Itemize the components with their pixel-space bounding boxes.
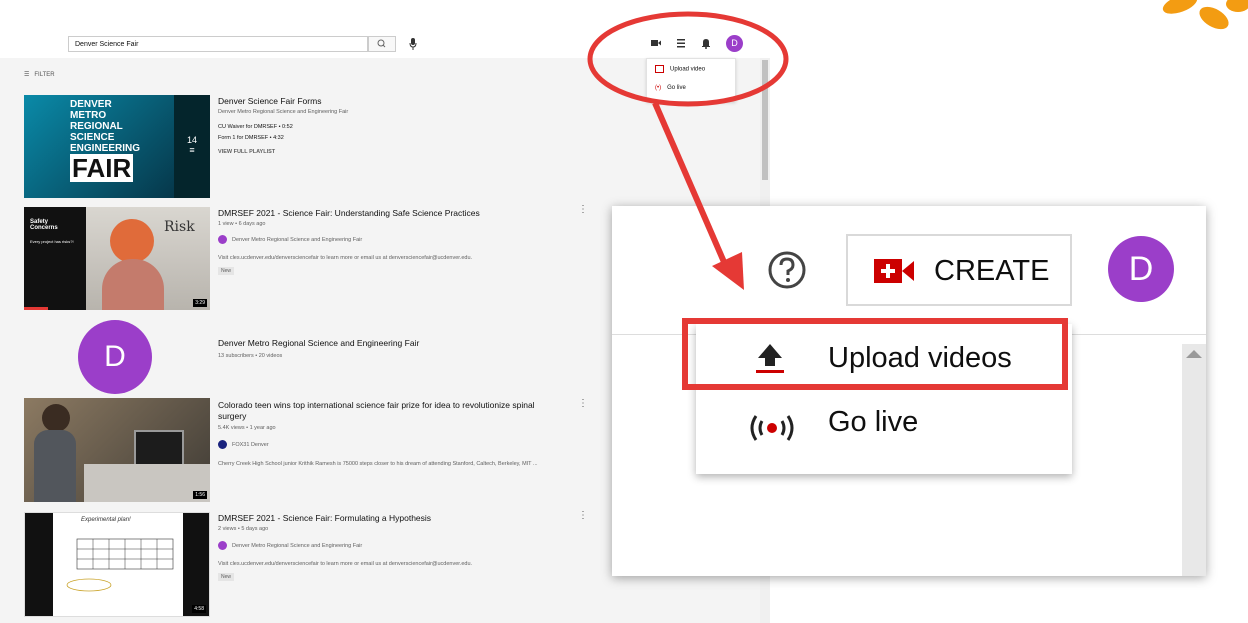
playlist-icon: ≡ (189, 145, 195, 155)
live-icon: (•) (655, 85, 662, 91)
video-meta: 1 view • 6 days ago (218, 221, 266, 227)
create-button[interactable]: CREATE (846, 234, 1072, 306)
new-badge: New (218, 267, 235, 275)
scrollbar[interactable] (1182, 344, 1206, 576)
watch-progress-bar (24, 307, 48, 310)
video-channel[interactable]: FOX31 Denver (232, 442, 269, 448)
video-description: Visit cles.ucdenver.edu/denversciencefai… (218, 561, 473, 567)
video-title[interactable]: Colorado teen wins top international sci… (218, 400, 558, 422)
view-full-playlist-link[interactable]: VIEW FULL PLAYLIST (218, 149, 275, 155)
video-meta: 2 views • 5 days ago (218, 526, 269, 532)
avatar[interactable]: D (1108, 236, 1174, 302)
video-description: Visit cles.ucdenver.edu/denversciencefai… (218, 255, 473, 261)
laptop-image (134, 430, 184, 468)
help-icon[interactable] (767, 250, 807, 290)
playlist-item[interactable]: Form 1 for DMRSEF • 4:32 (218, 135, 284, 141)
playlist-channel[interactable]: Denver Metro Regional Science and Engine… (218, 109, 348, 115)
new-badge: New (218, 573, 235, 581)
video-thumbnail[interactable]: Experimental plan! 4:58 (24, 512, 210, 617)
presenter-image (110, 219, 154, 263)
playlist-title[interactable]: Denver Science Fair Forms (218, 96, 321, 106)
playlist-item[interactable]: CU Waiver for DMRSEF • 0:52 (218, 124, 293, 130)
channel-avatar[interactable] (218, 440, 227, 449)
search-icon (377, 39, 386, 48)
video-thumbnail[interactable]: 1:56 (24, 398, 210, 502)
channel-avatar[interactable] (218, 541, 227, 550)
create-video-icon (874, 256, 916, 291)
thumbnail-text: DENVER METRO REGIONAL SCIENCE ENGINEERIN… (70, 99, 141, 183)
search-input[interactable]: Denver Science Fair (68, 36, 368, 52)
video-thumbnail[interactable]: Safety Concerns Every project has risks?… (24, 207, 210, 310)
video-meta: 5.4K views • 1 year ago (218, 425, 276, 431)
avatar[interactable]: D (726, 35, 743, 52)
logo-shapes (1162, 0, 1248, 30)
more-options-icon[interactable]: ⋮ (578, 398, 588, 409)
playlist-count-overlay: 14 ≡ (174, 95, 210, 198)
go-live-menu-item[interactable]: Go live (696, 388, 1072, 474)
video-title[interactable]: DMRSEF 2021 - Science Fair: Formulating … (218, 513, 431, 523)
upload-highlight-box (682, 318, 1068, 390)
channel-name[interactable]: Denver Metro Regional Science and Engine… (218, 338, 419, 348)
filter-icon: ☰ (24, 72, 30, 78)
create-dropdown-menu: Upload video (•) Go live (646, 58, 736, 102)
search-button[interactable] (368, 36, 396, 52)
video-channel[interactable]: Denver Metro Regional Science and Engine… (232, 237, 362, 243)
hand-drawn-table (66, 538, 174, 592)
duration-badge: 1:56 (193, 491, 207, 499)
video-channel[interactable]: Denver Metro Regional Science and Engine… (232, 543, 362, 549)
channel-meta: 13 subscribers • 20 videos (218, 353, 283, 359)
duration-badge: 3:29 (193, 299, 207, 307)
channel-avatar[interactable] (218, 235, 227, 244)
more-options-icon[interactable]: ⋮ (578, 510, 588, 521)
zoomed-callout: CREATE D Upload videos Go live (612, 206, 1206, 576)
upload-video-menu-item[interactable]: Upload video (655, 65, 705, 73)
more-options-icon[interactable]: ⋮ (578, 204, 588, 215)
create-video-icon[interactable] (648, 35, 664, 51)
go-live-menu-item[interactable]: (•) Go live (655, 85, 686, 91)
live-icon (746, 410, 798, 451)
bell-icon[interactable] (698, 35, 714, 51)
scrollbar-thumb[interactable] (762, 60, 768, 180)
video-title[interactable]: DMRSEF 2021 - Science Fair: Understandin… (218, 208, 480, 218)
playlist-thumbnail[interactable]: DENVER METRO REGIONAL SCIENCE ENGINEERIN… (24, 95, 210, 198)
upload-video-icon (655, 65, 664, 73)
video-description: Cherry Creek High School junior Krithik … (218, 461, 538, 467)
zoomed-header: CREATE D (612, 206, 1206, 335)
mic-icon[interactable] (408, 37, 418, 51)
scroll-up-arrow-icon[interactable] (1182, 344, 1206, 364)
filter-button[interactable]: ☰ FILTER (24, 71, 55, 78)
apps-icon[interactable] (673, 35, 689, 51)
duration-badge: 4:58 (192, 605, 206, 613)
channel-avatar-large[interactable]: D (78, 320, 152, 394)
